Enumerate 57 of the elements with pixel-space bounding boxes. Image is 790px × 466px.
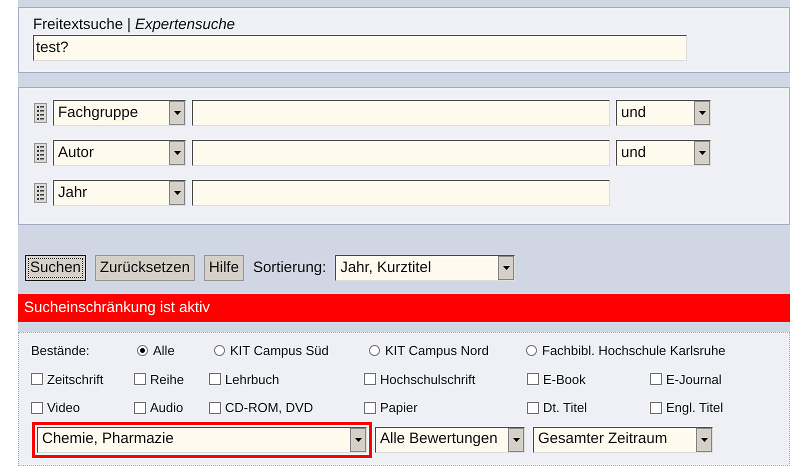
restriction-banner: Sucheinschränkung ist aktiv xyxy=(18,294,790,322)
radio-button[interactable] xyxy=(526,345,537,356)
radio-label: KIT Campus Nord xyxy=(385,342,489,360)
dropdown[interactable]: und xyxy=(616,100,711,126)
checkbox[interactable] xyxy=(527,373,539,386)
radio-label: Alle xyxy=(153,342,175,360)
radio-button[interactable] xyxy=(214,345,225,356)
checkbox-label: Dt. Titel xyxy=(543,399,588,417)
checkbox-label: Video xyxy=(47,399,80,417)
dropdown[interactable]: Jahr, Kurztitel xyxy=(335,255,516,281)
list-icon[interactable] xyxy=(34,143,47,163)
checkbox[interactable] xyxy=(364,402,376,414)
checkbox[interactable] xyxy=(650,373,662,386)
checkbox[interactable] xyxy=(209,402,221,414)
dropdown[interactable]: Gesamter Zeitraum xyxy=(533,426,713,452)
checkbox-label: CD-ROM, DVD xyxy=(225,399,314,417)
checkbox-label: E-Book xyxy=(543,370,586,388)
checkbox-label: Audio xyxy=(150,399,184,417)
dropdown[interactable]: Chemie, Pharmazie xyxy=(37,426,367,452)
action-button[interactable]: Suchen xyxy=(25,255,86,281)
checkbox-label: Reihe xyxy=(150,370,184,388)
sort-label: Sortierung: xyxy=(252,258,326,278)
checkbox-label: Lehrbuch xyxy=(225,370,280,388)
action-button[interactable]: Zurücksetzen xyxy=(94,255,195,281)
radio-button[interactable] xyxy=(369,345,380,356)
dropdown[interactable]: Fachgruppe xyxy=(53,100,186,126)
checkbox-label: E-Journal xyxy=(666,370,722,388)
radio-label: KIT Campus Süd xyxy=(230,342,329,360)
search-field[interactable]: test? xyxy=(33,34,687,61)
dropdown[interactable]: Alle Bewertungen xyxy=(375,426,525,452)
action-button[interactable]: Hilfe xyxy=(204,255,244,281)
dropdown[interactable]: Autor xyxy=(53,140,186,166)
search-term-field[interactable] xyxy=(192,100,610,126)
checkbox[interactable] xyxy=(527,402,539,414)
checkbox-label: Zeitschrift xyxy=(47,370,104,388)
tab-link[interactable]: Freitextsuche xyxy=(33,16,124,35)
checkbox[interactable] xyxy=(209,373,221,386)
list-icon[interactable] xyxy=(34,103,47,123)
radio-button[interactable] xyxy=(137,345,148,356)
tab-link[interactable]: Expertensuche xyxy=(134,16,236,35)
checkbox[interactable] xyxy=(134,373,146,386)
checkbox[interactable] xyxy=(650,402,662,414)
checkbox-label: Papier xyxy=(380,399,418,417)
checkbox-label: Engl. Titel xyxy=(666,399,724,417)
dropdown[interactable]: Jahr xyxy=(53,180,186,206)
radio-label: Fachbibl. Hochschule Karlsruhe xyxy=(542,342,726,360)
checkbox[interactable] xyxy=(31,402,43,414)
checkbox-label: Hochschulschrift xyxy=(380,370,476,388)
checkbox[interactable] xyxy=(364,373,376,386)
checkbox[interactable] xyxy=(134,402,146,414)
dropdown[interactable]: und xyxy=(616,140,711,166)
holdings-label: Bestände: xyxy=(31,342,91,360)
checkbox[interactable] xyxy=(31,373,43,386)
search-term-field[interactable] xyxy=(192,140,610,166)
list-icon[interactable] xyxy=(34,183,47,203)
separator-text: | xyxy=(127,16,131,35)
search-term-field[interactable] xyxy=(192,180,610,206)
